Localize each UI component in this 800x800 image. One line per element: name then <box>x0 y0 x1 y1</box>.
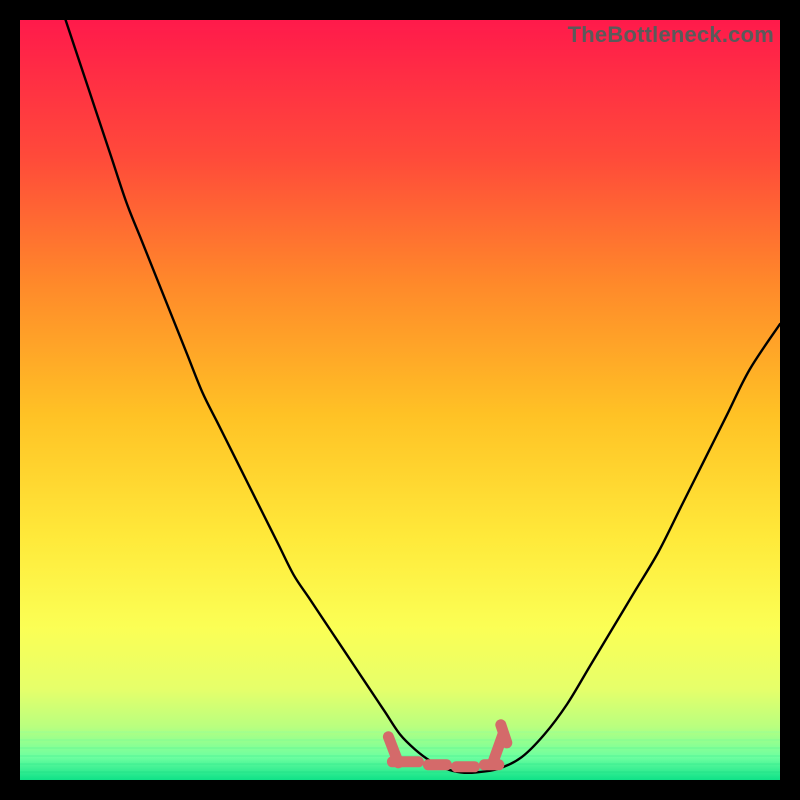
chart-frame: TheBottleneck.com <box>20 20 780 780</box>
watermark-text: TheBottleneck.com <box>568 22 774 48</box>
bottleneck-chart <box>20 20 780 780</box>
gradient-background <box>20 20 780 780</box>
